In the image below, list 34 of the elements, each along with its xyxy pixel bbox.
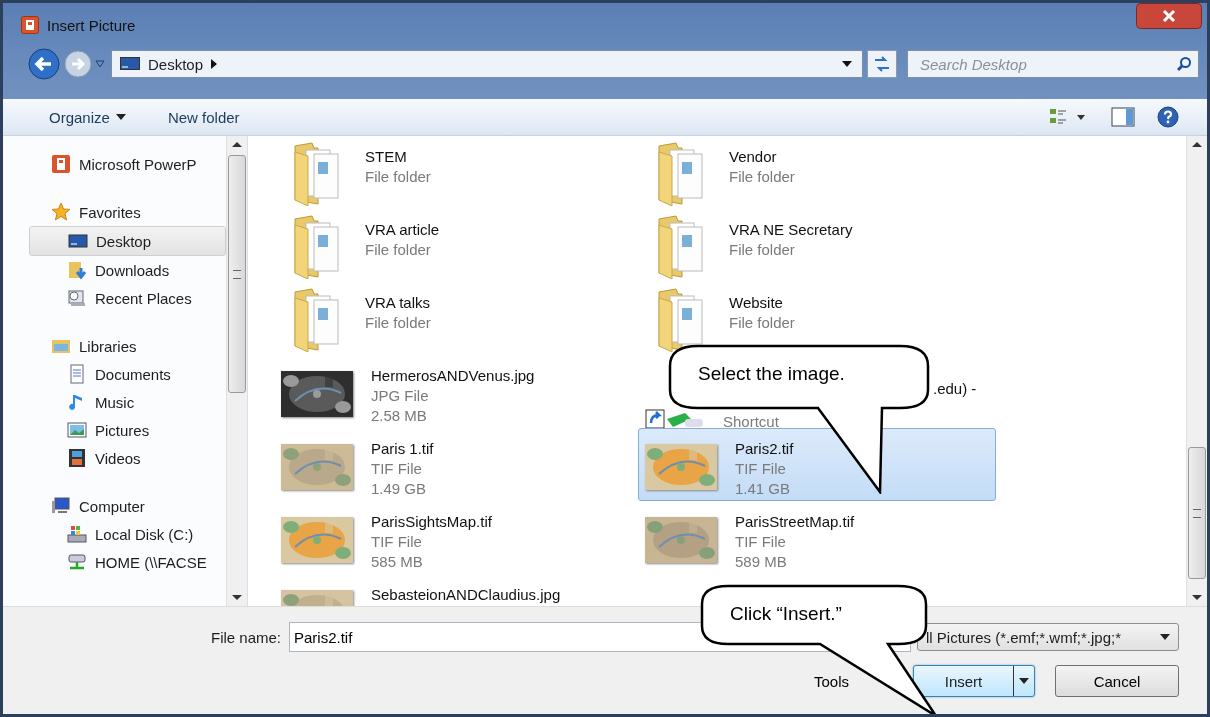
file-name: SebasteionANDClaudius.jpg [371, 586, 561, 603]
file-size: 589 MB [735, 553, 788, 570]
file-type: TIF File [735, 533, 787, 550]
file-type: JPG File [371, 387, 430, 404]
file-name-label: File name: [209, 628, 282, 646]
file-name: .edu) - [933, 380, 977, 397]
file-size: 2.58 MB [371, 407, 428, 424]
file-name: VRA talks [365, 294, 431, 311]
file-type: TIF File [371, 460, 423, 477]
file-type: File folder [729, 241, 796, 258]
file-type: TIF File [735, 460, 787, 477]
window-title: Insert Picture [47, 16, 136, 34]
file-type: File folder [365, 168, 431, 185]
file-name: Paris 1.tif [371, 440, 434, 457]
file-type: File folder [365, 314, 431, 331]
file-size: 585 MB [371, 553, 424, 570]
file-name: VRA article [365, 221, 440, 238]
file-type: File folder [729, 314, 795, 331]
file-name: ParisStreetMap.tif [735, 513, 855, 530]
callout-text: Select the image. [698, 363, 845, 385]
callout-text: Click “Insert.” [730, 603, 842, 625]
file-name: STEM [365, 148, 408, 165]
file-type: File folder [365, 241, 432, 258]
file-type: Shortcut [723, 413, 780, 430]
file-name: HermerosANDVenus.jpg [371, 367, 535, 384]
file-name: Vendor [729, 148, 778, 165]
file-type: File folder [729, 168, 795, 185]
file-name: Website [729, 294, 784, 311]
file-type: TIF File [371, 533, 423, 550]
file-name: ParisSightsMap.tif [371, 513, 492, 530]
file-size: 1.41 GB [735, 480, 792, 497]
file-name: Paris2.tif [735, 440, 794, 457]
file-name: VRA NE Secretary [729, 221, 853, 238]
file-size: 1.49 GB [371, 480, 428, 497]
